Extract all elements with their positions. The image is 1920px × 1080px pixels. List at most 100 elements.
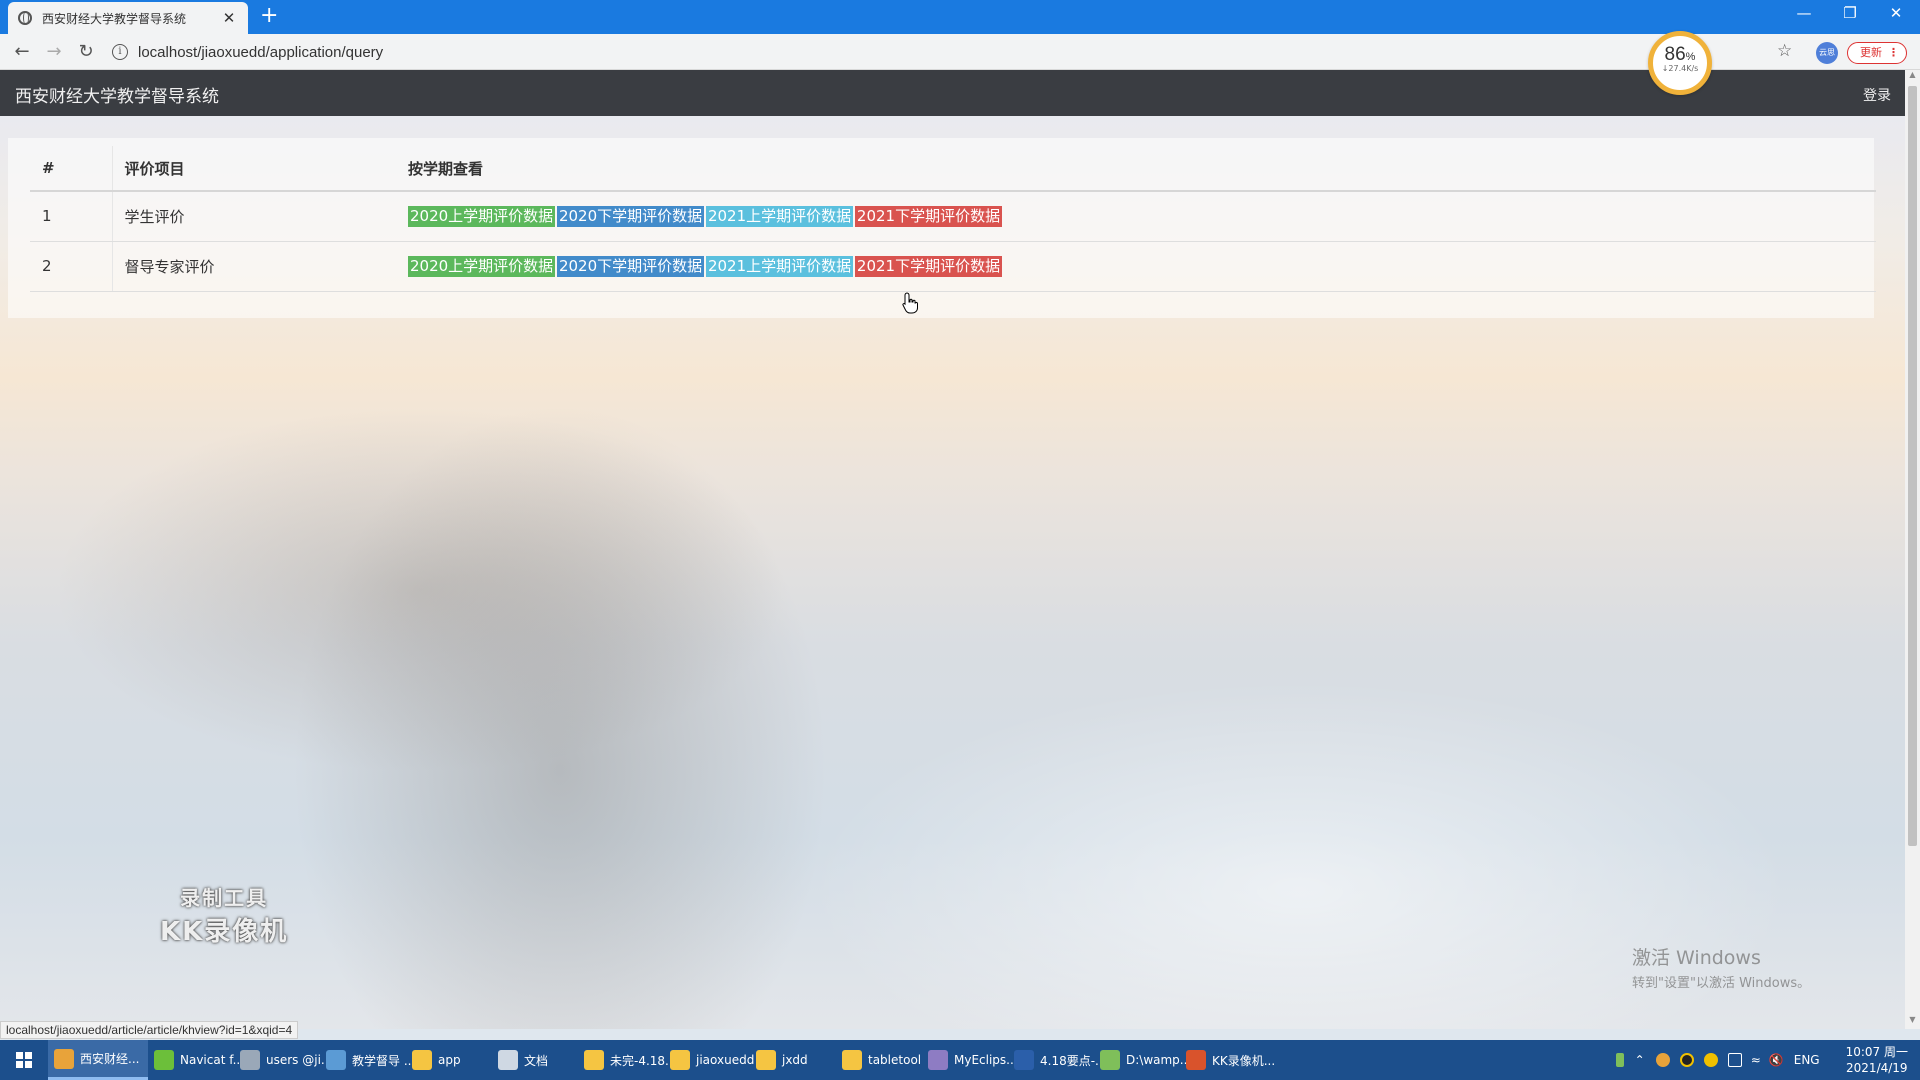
- folder-icon: [584, 1050, 604, 1070]
- taskbar-item-label: tabletool: [868, 1053, 922, 1067]
- tab-close-icon[interactable]: ✕: [220, 9, 238, 27]
- sync-icon[interactable]: [1703, 1053, 1718, 1067]
- semester-link-2020-spring[interactable]: 2020上学期评价数据: [408, 205, 556, 227]
- clock-time: 10:07 周一: [1845, 1045, 1908, 1059]
- recorder-watermark: 录制工具 KK录像机: [160, 882, 288, 948]
- chrome-icon: [54, 1048, 74, 1069]
- taskbar-item[interactable]: users @ji...: [234, 1040, 332, 1080]
- semester-link-2021-fall[interactable]: 2021下学期评价数据: [854, 255, 1003, 277]
- activate-title: 激活 Windows: [1632, 947, 1761, 969]
- evaluation-panel: # 评价项目 按学期查看 1 学生评价 2020上学期评价数据 2020下学期评…: [8, 138, 1876, 318]
- taskbar-item[interactable]: 教学督导 ...: [320, 1040, 415, 1080]
- taskbar-item[interactable]: MyEclips...: [922, 1040, 1018, 1080]
- table-header-row: # 评价项目 按学期查看: [30, 146, 1876, 192]
- eclipse-icon: [928, 1050, 948, 1070]
- windows-taskbar: 西安财经... Navicat f... users @ji... 教学督导 ... a…: [0, 1040, 1920, 1080]
- folder-icon: [670, 1050, 690, 1070]
- taskbar-item-label: app: [438, 1053, 461, 1067]
- network-speed-widget[interactable]: 86% ↓27.4K/s: [1648, 31, 1712, 95]
- message-icon[interactable]: [1727, 1053, 1742, 1067]
- taskbar-item-label: KK录像机...: [1212, 1053, 1276, 1068]
- activate-subtitle: 转到"设置"以激活 Windows。: [1632, 976, 1811, 991]
- update-button-label: 更新: [1860, 46, 1882, 59]
- semester-link-2021-spring[interactable]: 2021上学期评价数据: [705, 205, 854, 227]
- table-row: 2 督导专家评价 2020上学期评价数据 2020下学期评价数据 2021上学期…: [30, 241, 1876, 292]
- semester-link-2021-fall[interactable]: 2021下学期评价数据: [854, 205, 1003, 227]
- semester-links: 2020上学期评价数据 2020下学期评价数据 2021上学期评价数据 2021…: [396, 191, 1876, 242]
- taskbar-item[interactable]: 西安财经...: [48, 1040, 148, 1080]
- semester-link-2021-spring[interactable]: 2021上学期评价数据: [705, 255, 854, 277]
- profile-avatar[interactable]: 云思: [1816, 42, 1838, 64]
- taskbar-item-label: 西安财经...: [80, 1052, 140, 1066]
- folder-icon: [842, 1050, 862, 1070]
- browser-tab[interactable]: 西安财经大学教学督导系统 ✕: [8, 2, 248, 34]
- taskbar-item[interactable]: app: [406, 1040, 492, 1080]
- input-language[interactable]: ENG: [1794, 1053, 1820, 1067]
- restore-icon[interactable]: ❐: [1828, 4, 1872, 22]
- semester-link-2020-spring[interactable]: 2020上学期评价数据: [408, 255, 556, 277]
- start-button[interactable]: [0, 1040, 48, 1080]
- speed-percent: 86%: [1664, 44, 1696, 65]
- minimize-icon[interactable]: —: [1782, 4, 1826, 22]
- app-tray-icon[interactable]: [1655, 1053, 1670, 1067]
- scroll-down-icon[interactable]: ▼: [1905, 1015, 1920, 1029]
- status-bar-url: localhost/jiaoxuedd/article/article/khvi…: [0, 1021, 299, 1039]
- browser-toolbar: ← → ↻ i localhost/jiaoxuedd/application/…: [0, 34, 1920, 70]
- evaluation-table: # 评价项目 按学期查看 1 学生评价 2020上学期评价数据 2020下学期评…: [30, 146, 1876, 292]
- taskbar-item[interactable]: 未完-4.18...: [578, 1040, 677, 1080]
- hand-cursor-icon: [902, 292, 918, 314]
- semester-link-2020-fall[interactable]: 2020下学期评价数据: [556, 255, 705, 277]
- reload-icon[interactable]: ↻: [74, 40, 98, 64]
- activate-windows-notice: 激活 Windows 转到"设置"以激活 Windows。: [1632, 943, 1810, 991]
- tab-title: 西安财经大学教学督导系统: [42, 11, 187, 26]
- system-clock[interactable]: 10:07 周一 2021/4/19: [1846, 1044, 1908, 1076]
- forward-icon[interactable]: →: [42, 40, 66, 64]
- taskbar-item[interactable]: jiaoxuedd: [664, 1040, 754, 1080]
- taskbar-item[interactable]: jxdd: [750, 1040, 836, 1080]
- window-close-icon[interactable]: ✕: [1874, 4, 1918, 22]
- taskbar-item[interactable]: Navicat f...: [148, 1040, 244, 1080]
- qq-icon[interactable]: [1679, 1053, 1694, 1067]
- new-tab-icon[interactable]: +: [260, 5, 278, 27]
- more-menu-icon: ⋮: [1888, 46, 1899, 59]
- taskbar-item-label: jiaoxuedd: [696, 1053, 755, 1067]
- taskbar-item[interactable]: 文档: [492, 1040, 578, 1080]
- address-bar[interactable]: i localhost/jiaoxuedd/application/query: [112, 38, 1812, 66]
- semester-link-2020-fall[interactable]: 2020下学期评价数据: [556, 205, 705, 227]
- system-tray: ⌃ ≈ 🔇 ENG 10:07 周一 2021/4/19: [1611, 1040, 1920, 1080]
- document-icon: [498, 1050, 518, 1070]
- folder-icon: [756, 1050, 776, 1070]
- battery-icon[interactable]: [1615, 1053, 1624, 1067]
- kk-recorder-icon: [1186, 1050, 1206, 1070]
- scroll-up-icon[interactable]: ▲: [1905, 70, 1920, 84]
- row-item: 学生评价: [112, 191, 396, 242]
- header-item: 评价项目: [112, 146, 396, 192]
- header-number: #: [30, 146, 113, 192]
- row-number: 2: [30, 241, 113, 292]
- globe-icon: [18, 11, 32, 25]
- taskbar-item[interactable]: D:\wamp...: [1094, 1040, 1191, 1080]
- app-brand[interactable]: 西安财经大学教学督导系统: [15, 82, 219, 107]
- windows-logo-icon: [16, 1052, 32, 1068]
- taskbar-item[interactable]: tabletool: [836, 1040, 922, 1080]
- address-url[interactable]: localhost/jiaoxuedd/application/query: [138, 44, 383, 61]
- watermark-line2: KK录像机: [160, 917, 289, 947]
- bookmark-star-icon[interactable]: ☆: [1777, 41, 1792, 61]
- row-number: 1: [30, 191, 113, 242]
- header-by-semester: 按学期查看: [396, 146, 1876, 192]
- site-info-icon[interactable]: i: [112, 44, 128, 60]
- wifi-icon[interactable]: ≈: [1751, 1053, 1761, 1067]
- taskbar-item[interactable]: 4.18要点-...: [1008, 1040, 1107, 1080]
- volume-muted-icon[interactable]: 🔇: [1769, 1053, 1784, 1067]
- login-link[interactable]: 登录: [1863, 85, 1891, 105]
- row-item: 督导专家评价: [112, 241, 396, 292]
- tray-expand-icon[interactable]: ⌃: [1635, 1053, 1645, 1067]
- scrollbar-thumb[interactable]: [1908, 86, 1917, 846]
- update-button[interactable]: 更新 ⋮: [1847, 42, 1907, 64]
- back-icon[interactable]: ←: [10, 40, 34, 64]
- taskbar-item[interactable]: KK录像机...: [1180, 1040, 1275, 1080]
- browser-tabstrip: 西安财经大学教学督导系统 ✕ + — ❐ ✕: [0, 0, 1920, 34]
- semester-links: 2020上学期评价数据 2020下学期评价数据 2021上学期评价数据 2021…: [396, 241, 1876, 292]
- taskbar-items: 西安财经... Navicat f... users @ji... 教学督导 ... a…: [48, 1040, 1275, 1080]
- page-scrollbar[interactable]: ▲ ▼: [1905, 70, 1920, 1029]
